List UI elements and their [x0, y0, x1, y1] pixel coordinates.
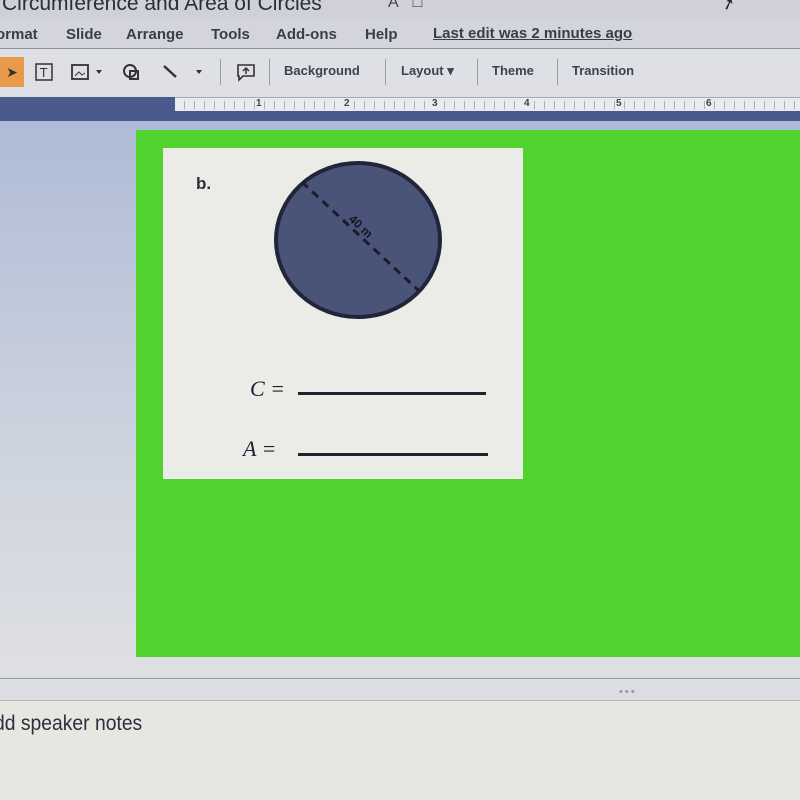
ruler-shadow	[175, 111, 800, 121]
ruler-margin	[0, 97, 175, 121]
circle-shape	[274, 161, 442, 319]
title-bar: Circumference and Area of Circles A □ ➚	[0, 0, 800, 22]
shape-icon[interactable]	[120, 57, 144, 87]
notes-resize-handle[interactable]: •••	[619, 686, 637, 698]
toolbar-separator	[269, 59, 270, 85]
menu-format[interactable]: ormat	[0, 26, 38, 43]
menu-bar: ormat Slide Arrange Tools Add-ons Help L…	[0, 20, 800, 49]
ruler-number: 4	[523, 98, 531, 109]
menu-tools[interactable]: Tools	[211, 26, 250, 43]
menu-help[interactable]: Help	[365, 26, 398, 43]
ruler-number: 5	[615, 98, 623, 109]
star-icon[interactable]: A	[388, 0, 399, 11]
document-title[interactable]: Circumference and Area of Circles	[2, 0, 322, 16]
ruler-number: 3	[431, 98, 439, 109]
theme-button[interactable]: Theme	[492, 63, 534, 78]
title-icons: A □	[388, 0, 436, 12]
ruler-number: 2	[343, 98, 351, 109]
line-icon[interactable]	[160, 57, 210, 87]
circumference-answer-blank[interactable]	[298, 392, 486, 395]
toolbar-separator	[477, 59, 478, 85]
background-button[interactable]: Background	[284, 63, 360, 78]
speaker-notes-placeholder[interactable]: dd speaker notes	[0, 712, 142, 736]
layout-button[interactable]: Layout ▾	[401, 63, 454, 79]
menu-slide[interactable]: Slide	[66, 26, 102, 43]
ruler-number: 1	[255, 98, 263, 109]
text-box-icon[interactable]: T	[32, 57, 56, 87]
area-text: A =	[243, 436, 277, 461]
transition-button[interactable]: Transition	[572, 63, 634, 78]
comment-icon[interactable]	[233, 57, 259, 87]
menu-arrange[interactable]: Arrange	[126, 26, 184, 43]
toolbar: ➤ T Background Layout ▾ Theme Transition	[0, 49, 800, 99]
menu-add-ons[interactable]: Add-ons	[276, 26, 337, 43]
activity-icon[interactable]: ➚	[719, 0, 738, 16]
ruler-number: 6	[705, 98, 713, 109]
svg-text:T: T	[39, 66, 48, 80]
toolbar-separator	[220, 59, 221, 85]
select-cursor-icon[interactable]: ➤	[0, 57, 24, 87]
toolbar-separator	[557, 59, 558, 85]
circumference-label: C =	[250, 376, 285, 402]
area-label: A =	[243, 436, 276, 462]
horizontal-ruler[interactable]: 1 2 3 4 5 6	[175, 97, 800, 112]
notes-divider	[0, 678, 800, 679]
folder-icon[interactable]: □	[413, 0, 423, 11]
last-edit-link[interactable]: Last edit was 2 minutes ago	[433, 25, 632, 42]
image-icon[interactable]	[68, 57, 108, 87]
circle-figure[interactable]: 40 m	[270, 158, 450, 323]
toolbar-separator	[385, 59, 386, 85]
problem-label: b.	[196, 174, 212, 193]
area-answer-blank[interactable]	[298, 453, 488, 456]
circumference-text: C =	[250, 376, 286, 401]
